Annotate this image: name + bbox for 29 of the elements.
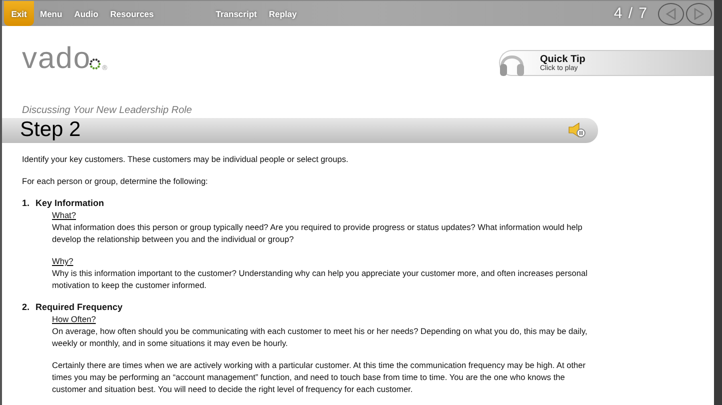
body-paragraph: Certainly there are times when we are actively working with a particular customer. At this time the communication frequency may be high. At other times you may be performing an “account management” function, and need to touch base from time to time. You are the one who knows the customer and situation best. You will need to decide the right level of frequency for each customer. [52,358,587,395]
section-heading: Key Information [36,196,104,209]
dotted-ring-icon [89,58,102,70]
next-button[interactable] [686,2,712,25]
body-paragraph: Why is this information important to the customer? Understanding why can help you appreciate your customer more, and often increases personal motivation to keep the customer informed. [52,266,588,291]
question-heading: Why? [52,254,74,267]
page-counter: 4 / 7 [614,5,648,22]
section-number: 2. [22,300,30,313]
nav-tab[interactable]: Exit [4,1,34,26]
question-heading: What? [52,208,76,221]
section-number: 1. [22,196,30,209]
body-paragraph: On average, how often should you be communicating with each customer to meet his or her needs? Depending on what you do, this may be daily, weekly or monthly, and in some situations it may even be hourly. [52,324,588,349]
speaker-icon[interactable] [568,122,586,138]
nav-tab[interactable]: Audio [68,1,104,26]
intro-paragraph: For each person or group, determine the following: [22,174,209,187]
step-title: Step 2 [19,118,81,142]
logo-text: vado [22,44,92,74]
left-triangle-icon [665,8,677,20]
nav-tab[interactable]: Menu [34,1,68,26]
right-triangle-icon [693,8,705,20]
intro-paragraph: Identify your key customers. These customers may be individual people or select groups. [22,152,350,165]
question-heading: How Often? [52,312,96,325]
nav-tab[interactable]: Replay [262,1,303,26]
course-title: Discussing Your New Leadership Role [21,104,193,117]
nav-tab[interactable]: Resources [104,1,160,26]
section-heading: Required Frequency [36,300,123,313]
nav-tab[interactable]: Transcript [210,1,263,26]
body-paragraph: What information does this person or group typically need? Are you required to provide progress or status updates? What information would help develop the relationship between you and the individual or group? [52,220,584,245]
previous-button[interactable] [658,2,684,25]
